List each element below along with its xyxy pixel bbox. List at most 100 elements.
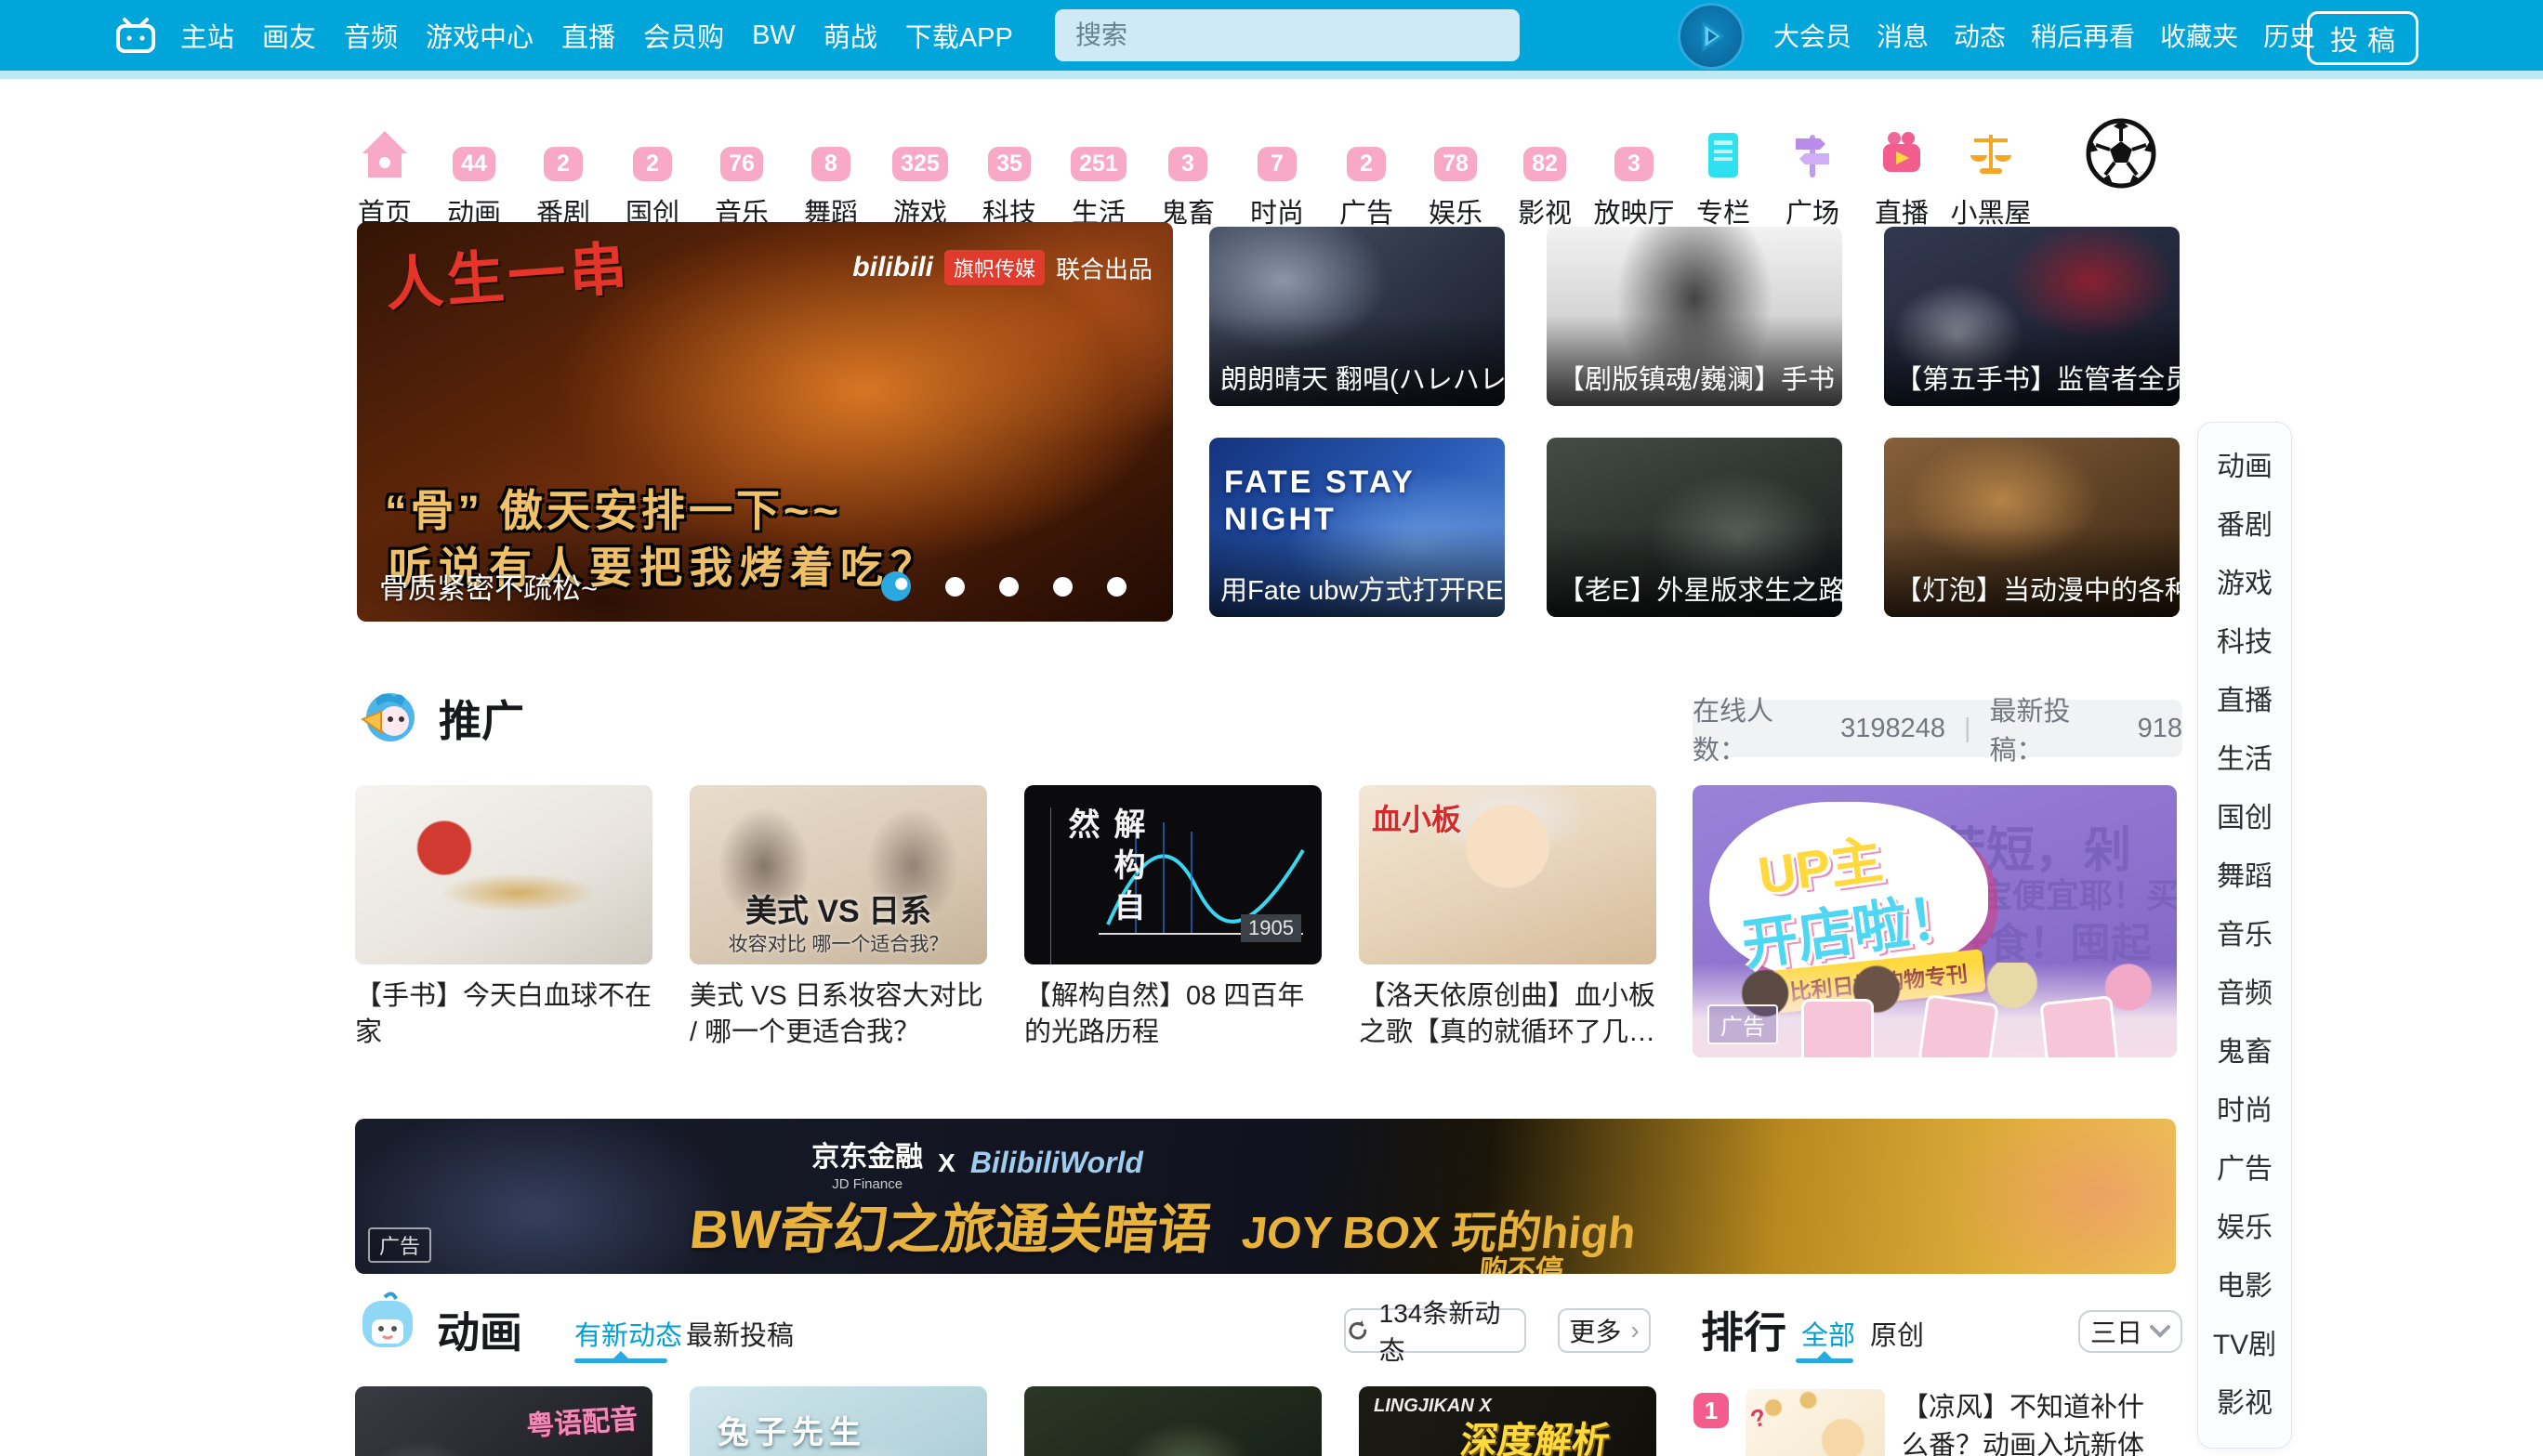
category-life[interactable]: 251 生活 <box>1054 122 1143 230</box>
hero-headline-1: “骨” 傲天安排一下~~ <box>385 475 842 539</box>
side-nav-entertainment[interactable]: 娱乐 <box>2198 1199 2291 1257</box>
video-card[interactable]: 【灯泡】当动漫中的各种知 <box>1884 438 2180 617</box>
rank-tab-all[interactable]: 全部 <box>1801 1314 1855 1353</box>
side-nav-audio[interactable]: 音频 <box>2198 964 2291 1023</box>
side-nav-fashion[interactable]: 时尚 <box>2198 1082 2291 1140</box>
category-cinema[interactable]: 3 放映厅 <box>1589 122 1679 230</box>
tab-latest-posts[interactable]: 最新投稿 <box>686 1314 794 1353</box>
side-nav-bangumi[interactable]: 番剧 <box>2198 496 2291 555</box>
promo-card[interactable]: 美式 VS 日系 妆容对比 哪一个适合我？ 美式 VS 日系妆容大对比 / 哪一… <box>690 785 987 1051</box>
nav-item-game-center[interactable]: 游戏中心 <box>426 16 534 55</box>
video-title: 【老E】外星版求生之路！ <box>1547 526 1842 617</box>
nav-item-favorites[interactable]: 收藏夹 <box>2160 17 2238 54</box>
category-count-badge: 2 <box>1347 147 1386 181</box>
video-title: 【剧版镇魂/巍澜】手书 是 <box>1547 315 1842 406</box>
nav-item-live[interactable]: 直播 <box>561 16 615 55</box>
side-nav-tech[interactable]: 科技 <box>2198 613 2291 672</box>
video-card[interactable]: FATE STAY NIGHT 用Fate ubw方式打开RE:CRE <box>1209 438 1505 617</box>
side-section-nav: 动画 番剧 游戏 科技 直播 生活 国创 舞蹈 音乐 音频 鬼畜 时尚 广告 娱… <box>2197 422 2292 1449</box>
video-card[interactable]: 【剧版镇魂/巍澜】手书 是 <box>1547 227 1842 406</box>
nav-item-dynamics[interactable]: 动态 <box>1954 17 2006 54</box>
video-card[interactable]: 粤语配音 <box>355 1386 652 1456</box>
hero-carousel[interactable]: 人生一串 bilibili 旗帜传媒 联合出品 “骨” 傲天安排一下~~ 听说有… <box>357 222 1173 622</box>
nav-item-watch-later[interactable]: 稍后再看 <box>2031 17 2135 54</box>
category-entertainment[interactable]: 78 娱乐 <box>1411 122 1500 230</box>
category-column[interactable]: 专栏 <box>1679 122 1768 230</box>
category-movies[interactable]: 82 影视 <box>1500 122 1589 230</box>
promo-card[interactable]: 血小板 【洛天依原创曲】血小板之歌【真的就循环了几百遍】【表 <box>1359 785 1656 1051</box>
scales-icon <box>1967 129 2015 181</box>
side-nav-music[interactable]: 音乐 <box>2198 906 2291 964</box>
category-home[interactable]: 首页 <box>340 122 429 230</box>
category-blackroom[interactable]: 小黑屋 <box>1946 122 2036 230</box>
category-anime[interactable]: 44 动画 <box>429 122 519 230</box>
online-count-label: 在线人数： <box>1693 689 1822 767</box>
side-nav-movie[interactable]: 电影 <box>2198 1257 2291 1316</box>
category-live[interactable]: 直播 <box>1857 122 1946 230</box>
category-square[interactable]: 广场 <box>1768 122 1857 230</box>
hero-brand-title: 人生一串 <box>382 222 633 321</box>
bw-event-banner[interactable]: 京东金融 JD Finance X BilibiliWorld BW奇幻之旅通关… <box>355 1119 2176 1274</box>
more-button[interactable]: 更多 › <box>1558 1308 1651 1353</box>
nav-item-messages[interactable]: 消息 <box>1877 17 1929 54</box>
rank-list-item-1[interactable]: 1 ? 【凉风】不知道补什么番？动画入坑新体位了解一下！ <box>1693 1389 2164 1456</box>
side-nav-film[interactable]: 影视 <box>2198 1374 2291 1433</box>
video-card[interactable]: 朗朗晴天 翻唱(ハレハレヤ) <box>1209 227 1505 406</box>
search-input[interactable] <box>1055 9 1520 61</box>
football-icon[interactable] <box>2085 117 2157 190</box>
side-nav-ad[interactable]: 广告 <box>2198 1140 2291 1199</box>
nav-item-vip-shop[interactable]: 会员购 <box>643 16 724 55</box>
thumbnail-subtext: 妆容对比 哪一个适合我？ <box>690 929 987 957</box>
promo-card[interactable]: 解构自然 1905 【解构自然】08 四百年的光路历程 <box>1024 785 1322 1051</box>
video-card[interactable] <box>1024 1386 1322 1456</box>
category-fashion[interactable]: 7 时尚 <box>1232 122 1322 230</box>
nav-item-huayou[interactable]: 画友 <box>262 16 316 55</box>
video-card[interactable]: 兔子先生 <box>690 1386 987 1456</box>
carousel-dot[interactable] <box>1107 577 1127 597</box>
side-nav-dance[interactable]: 舞蹈 <box>2198 847 2291 906</box>
video-card[interactable]: 【老E】外星版求生之路！ <box>1547 438 1842 617</box>
category-ad[interactable]: 2 广告 <box>1322 122 1411 230</box>
site-stats: 在线人数：3198248 | 最新投稿：918 <box>1693 700 2182 757</box>
online-count-value: 3198248 <box>1840 714 1945 744</box>
upload-button[interactable]: 投稿 <box>2307 11 2418 65</box>
carousel-dot[interactable] <box>999 577 1019 597</box>
side-nav-life[interactable]: 生活 <box>2198 730 2291 789</box>
carousel-dot[interactable] <box>945 577 965 597</box>
bilibili-wordmark: bilibili <box>852 252 933 283</box>
ad-card-up-shop[interactable]: 人生苦短，剁 子比某宝便宜耶！买买 超好食！囤起 UP主 开店啦！ 比利日报•购… <box>1693 785 2177 1057</box>
category-guochuang[interactable]: 2 国创 <box>608 122 697 230</box>
promo-card[interactable]: 【手书】今天白血球不在家 <box>355 785 652 1051</box>
video-title: 【解构自然】08 四百年的光路历程 <box>1024 978 1322 1051</box>
video-card[interactable]: LINGJIKAN X 深度解析 国家队到底在讲啥 <box>1359 1386 1656 1456</box>
side-nav-anime[interactable]: 动画 <box>2198 438 2291 496</box>
side-nav-kichiku[interactable]: 鬼畜 <box>2198 1023 2291 1082</box>
side-nav-guochuang[interactable]: 国创 <box>2198 789 2291 847</box>
nav-item-bw[interactable]: BW <box>752 20 796 51</box>
category-dance[interactable]: 8 舞蹈 <box>786 122 876 230</box>
category-kichiku[interactable]: 3 鬼畜 <box>1143 122 1232 230</box>
new-dynamics-count-button[interactable]: 134条新动态 <box>1344 1308 1526 1353</box>
banner-headline: BW奇幻之旅通关暗语 <box>686 1186 1215 1264</box>
category-label: 专栏 <box>1696 191 1750 230</box>
nav-item-main-site[interactable]: 主站 <box>180 16 234 55</box>
rank-tab-original[interactable]: 原创 <box>1870 1314 1924 1353</box>
nav-item-audio[interactable]: 音频 <box>344 16 398 55</box>
nav-item-vip[interactable]: 大会员 <box>1773 17 1851 54</box>
period-dropdown[interactable]: 三日 <box>2078 1310 2182 1353</box>
category-music[interactable]: 76 音乐 <box>697 122 786 230</box>
category-bangumi[interactable]: 2 番剧 <box>519 122 608 230</box>
nav-item-download-app[interactable]: 下载APP <box>905 16 1013 55</box>
side-nav-tv[interactable]: TV剧 <box>2198 1316 2291 1374</box>
video-card[interactable]: 【第五手书】监管者全员的 <box>1884 227 2180 406</box>
side-nav-game[interactable]: 游戏 <box>2198 555 2291 613</box>
carousel-dot-active[interactable] <box>881 571 911 601</box>
carousel-dot[interactable] <box>1053 577 1073 597</box>
tab-new-dynamics[interactable]: 有新动态 <box>574 1314 682 1353</box>
category-tech[interactable]: 35 科技 <box>965 122 1054 230</box>
user-avatar[interactable] <box>1678 3 1745 70</box>
nav-item-moe-battle[interactable]: 萌战 <box>824 16 877 55</box>
category-game[interactable]: 325 游戏 <box>876 122 965 230</box>
side-nav-live[interactable]: 直播 <box>2198 672 2291 730</box>
more-label: 更多 <box>1569 1312 1621 1349</box>
